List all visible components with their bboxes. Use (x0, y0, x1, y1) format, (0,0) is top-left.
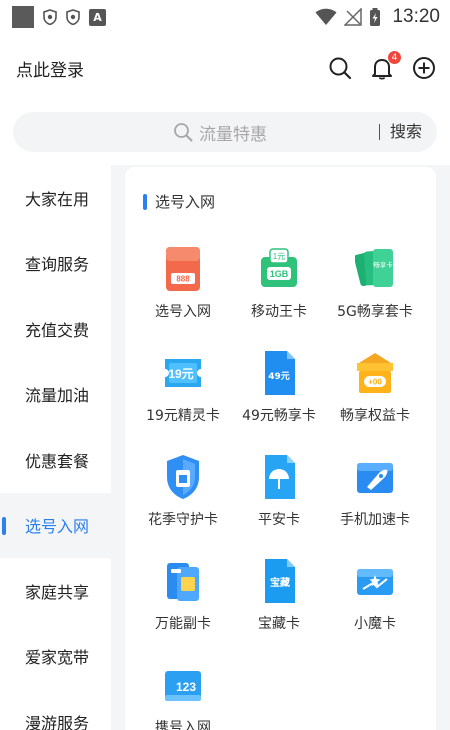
shield-sim-icon (167, 455, 199, 499)
svg-text:888: 888 (176, 275, 190, 284)
sidebar-item-query[interactable]: 查询服务 (0, 231, 111, 297)
notification-badge: 4 (387, 50, 402, 65)
top-header: 点此登录 4 (0, 48, 450, 88)
grid-item-label: 选号入网 (155, 304, 211, 320)
sidebar-item-recharge[interactable]: 充值交费 (0, 296, 111, 362)
grid-item-5g-card[interactable]: 畅享卡 5G畅享套卡 (325, 245, 425, 337)
svg-text:1元: 1元 (273, 252, 285, 261)
magic-card-icon (357, 569, 393, 595)
svg-text:19元: 19元 (168, 367, 193, 381)
add-circle-icon[interactable] (412, 56, 436, 80)
signal-off-icon (344, 8, 363, 26)
app-a-icon: A (89, 8, 106, 26)
treasure-card-icon: 宝藏 (265, 559, 295, 603)
grid-item-label: 19元精灵卡 (146, 408, 220, 424)
grid-item-select-number[interactable]: 888 选号入网 (133, 245, 233, 337)
battery-charging-icon (370, 8, 381, 26)
number-123-icon: 123 (165, 671, 201, 701)
grid-item-label: 万能副卡 (155, 616, 211, 632)
sidebar-item-data-boost[interactable]: 流量加油 (0, 362, 111, 428)
svg-text:49元: 49元 (268, 371, 290, 382)
sidebar-item-plans[interactable]: 优惠套餐 (0, 427, 111, 493)
svg-text:+00: +00 (368, 378, 382, 387)
search-divider (379, 124, 380, 140)
grid-item-label: 花季守护卡 (148, 512, 218, 528)
grid-item-label: 平安卡 (258, 512, 300, 528)
sim-49-icon: 49元 (265, 351, 295, 395)
grid-item-label: 畅享权益卡 (340, 408, 410, 424)
svg-text:畅享卡: 畅享卡 (373, 260, 393, 269)
sidebar-item-roaming[interactable]: 漫游服务 (0, 689, 111, 730)
grid-item-label: 手机加速卡 (340, 512, 410, 528)
search-button[interactable]: 搜索 (390, 112, 422, 152)
cards-stack-icon: 畅享卡 (355, 249, 393, 287)
grid-item-port-number[interactable]: 123 携号入网 (133, 661, 233, 730)
grid-item-label: 49元畅享卡 (242, 408, 316, 424)
service-card: 选号入网 888 选号入网 1元 1GB 移动王卡 畅享卡 5G畅享套卡 19元… (125, 167, 436, 730)
grid-item-guardian-card[interactable]: 花季守护卡 (133, 453, 233, 545)
ticket-19-icon: 19元 (165, 359, 201, 387)
section-title: 选号入网 (143, 191, 215, 212)
login-link[interactable]: 点此登录 (16, 56, 84, 81)
grid-item-magic-card[interactable]: 小魔卡 (325, 557, 425, 649)
grid-item-49-card[interactable]: 49元 49元畅享卡 (229, 349, 329, 441)
grid-item-label: 5G畅享套卡 (337, 304, 413, 320)
bell-icon[interactable]: 4 (370, 50, 402, 80)
rocket-card-icon (357, 463, 393, 493)
grid-item-safe-card[interactable]: 平安卡 (229, 453, 329, 545)
svg-text:123: 123 (176, 680, 196, 694)
search-icon[interactable] (328, 56, 352, 80)
search-icon (174, 123, 193, 142)
category-sidebar: 大家在用 查询服务 充值交费 流量加油 优惠套餐 选号入网 家庭共享 爱家宽带 … (0, 165, 111, 730)
shield-icon (66, 9, 80, 25)
grid-item-label: 携号入网 (155, 720, 211, 730)
section-title-bar (143, 193, 147, 210)
grid-item-label: 移动王卡 (251, 304, 307, 320)
svg-text:宝藏: 宝藏 (270, 576, 290, 589)
grid-item-label: 宝藏卡 (258, 616, 300, 632)
king-card-icon: 1元 1GB (261, 248, 297, 287)
dual-sim-icon (167, 563, 199, 601)
clock: 13:20 (392, 6, 440, 27)
grid-item-treasure-card[interactable]: 宝藏 宝藏卡 (229, 557, 329, 649)
umbrella-sim-icon (265, 455, 295, 499)
gift-box-icon: +00 (357, 353, 393, 393)
wifi-icon (315, 8, 337, 25)
sidebar-item-broadband[interactable]: 爱家宽带 (0, 624, 111, 690)
svg-text:1GB: 1GB (270, 269, 289, 279)
sidebar-item-family[interactable]: 家庭共享 (0, 558, 111, 624)
search-bar[interactable]: 流量特惠 搜索 (13, 112, 437, 152)
grid-item-king-card[interactable]: 1元 1GB 移动王卡 (229, 245, 329, 337)
sidebar-item-popular[interactable]: 大家在用 (0, 165, 111, 231)
grid-item-19-card[interactable]: 19元 19元精灵卡 (133, 349, 233, 441)
status-bar: A 13:20 (0, 0, 450, 34)
notification-square-icon (12, 6, 34, 28)
grid-item-sub-card[interactable]: 万能副卡 (133, 557, 233, 649)
shield-icon (43, 9, 57, 25)
grid-item-label: 小魔卡 (354, 616, 396, 632)
sidebar-item-select-number[interactable]: 选号入网 (0, 492, 111, 558)
grid-item-benefit-card[interactable]: +00 畅享权益卡 (325, 349, 425, 441)
search-input[interactable]: 流量特惠 (199, 120, 267, 145)
section-title-text: 选号入网 (155, 193, 216, 211)
grid-item-speed-card[interactable]: 手机加速卡 (325, 453, 425, 545)
number-card-icon: 888 (166, 247, 200, 291)
